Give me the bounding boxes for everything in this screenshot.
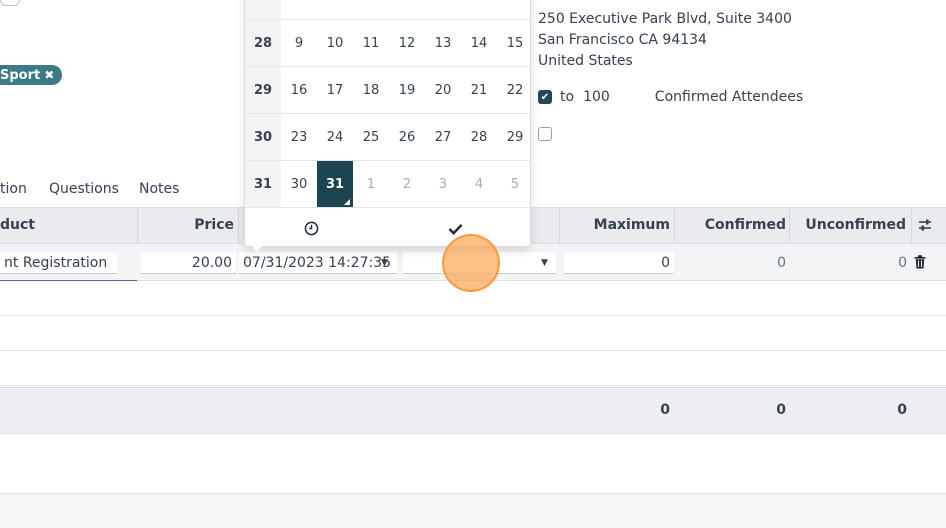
header-product[interactable]: duct [0, 208, 35, 243]
clock-icon[interactable] [245, 208, 377, 248]
maximum-input[interactable]: 0 [564, 252, 674, 274]
calendar-week-row: 28 9 10 11 12 13 14 15 [245, 19, 532, 66]
tab-registration[interactable]: tion [0, 181, 27, 197]
calendar-day[interactable]: 14 [461, 20, 497, 67]
calendar-day[interactable]: 22 [497, 67, 533, 114]
calendar-day[interactable]: 13 [425, 20, 461, 67]
tag-badge: Sport ✖ [0, 65, 63, 85]
header-price[interactable]: Price [140, 208, 234, 243]
address-line-1: 250 Executive Park Blvd, Suite 3400 [538, 11, 792, 27]
calendar-day[interactable]: 26 [389, 114, 425, 161]
calendar-day-selected[interactable]: 31 [317, 161, 353, 208]
trash-icon[interactable] [914, 255, 926, 273]
calendar-day[interactable]: 15 [497, 20, 533, 67]
calendar-day[interactable]: 2 [389, 161, 425, 208]
calendar-week-row: 30 23 24 25 26 27 28 29 [245, 113, 532, 160]
calendar-day[interactable]: 23 [281, 114, 317, 161]
end-date-input[interactable]: 07/31/2023 14:27:35 [239, 252, 397, 274]
chevron-down-icon[interactable]: ▼ [541, 258, 548, 268]
tab-questions[interactable]: Questions [49, 181, 119, 197]
calendar-day[interactable]: 3 [425, 161, 461, 208]
attendee-limit-row: ✔ to 100 Confirmed Attendees [538, 89, 803, 105]
popover-pointer [252, 246, 262, 252]
limit-checkbox[interactable]: ✔ [538, 90, 552, 104]
close-icon[interactable]: ✖ [44, 68, 54, 82]
address-line-2: San Francisco CA 94134 [538, 32, 707, 48]
chevron-down-icon[interactable]: ▼ [381, 258, 388, 268]
calendar-day[interactable]: 27 [425, 114, 461, 161]
header-confirmed[interactable]: Confirmed [676, 208, 786, 243]
week-number: 28 [253, 36, 273, 51]
calendar-day[interactable]: 25 [353, 114, 389, 161]
header-unconfirmed[interactable]: Unconfirmed [790, 208, 906, 243]
calendar-day[interactable]: 12 [389, 20, 425, 67]
calendar-day[interactable]: 29 [497, 114, 533, 161]
product-input[interactable]: nt Registration [0, 252, 117, 274]
max-attendees-value[interactable]: 100 [583, 89, 610, 105]
calendar-day[interactable]: 24 [317, 114, 353, 161]
calendar-day[interactable]: 10 [317, 20, 353, 67]
calendar-day[interactable]: 4 [461, 161, 497, 208]
week-number: 29 [253, 83, 273, 98]
table-totals-row: 0 0 0 [0, 387, 946, 434]
total-unconfirmed: 0 [897, 402, 907, 418]
calendar-day[interactable]: 19 [389, 67, 425, 114]
header-maximum[interactable]: Maximum [560, 208, 670, 243]
click-indicator [442, 234, 500, 292]
calendar-day[interactable]: 11 [353, 20, 389, 67]
calendar-week-row: 29 16 17 18 19 20 21 22 [245, 66, 532, 113]
unconfirmed-value: 0 [898, 255, 907, 271]
tab-notes[interactable]: Notes [139, 181, 179, 197]
tag-label: Sport [0, 67, 41, 83]
to-label: to [560, 89, 575, 105]
price-input[interactable]: 20.00 [141, 252, 236, 274]
calendar-day[interactable]: 9 [281, 20, 317, 67]
address-line-3: United States [538, 53, 633, 69]
calendar-day[interactable]: 18 [353, 67, 389, 114]
calendar-day[interactable]: 5 [497, 161, 533, 208]
table-row [0, 316, 946, 351]
table-row [0, 351, 946, 386]
total-maximum: 0 [660, 402, 670, 418]
confirmed-value: 0 [777, 255, 786, 271]
calendar-day[interactable]: 17 [317, 67, 353, 114]
week-number: 31 [253, 177, 273, 192]
calendar-day[interactable]: 28 [461, 114, 497, 161]
sliders-icon[interactable] [918, 208, 932, 243]
confirmed-attendees-label: Confirmed Attendees [654, 89, 804, 105]
calendar-day[interactable]: 16 [281, 67, 317, 114]
datepicker-popover: 28 9 10 11 12 13 14 15 29 16 17 18 19 20… [244, 0, 533, 248]
calendar-day[interactable]: 30 [281, 161, 317, 208]
toggle-switch[interactable] [0, 0, 20, 6]
calendar-day[interactable]: 21 [461, 67, 497, 114]
calendar-day[interactable]: 20 [425, 67, 461, 114]
option-checkbox[interactable] [538, 127, 552, 141]
week-number: 30 [253, 130, 273, 145]
total-confirmed: 0 [776, 402, 786, 418]
calendar-day[interactable]: 1 [353, 161, 389, 208]
calendar-week-row: 31 30 31 1 2 3 4 5 [245, 160, 533, 208]
